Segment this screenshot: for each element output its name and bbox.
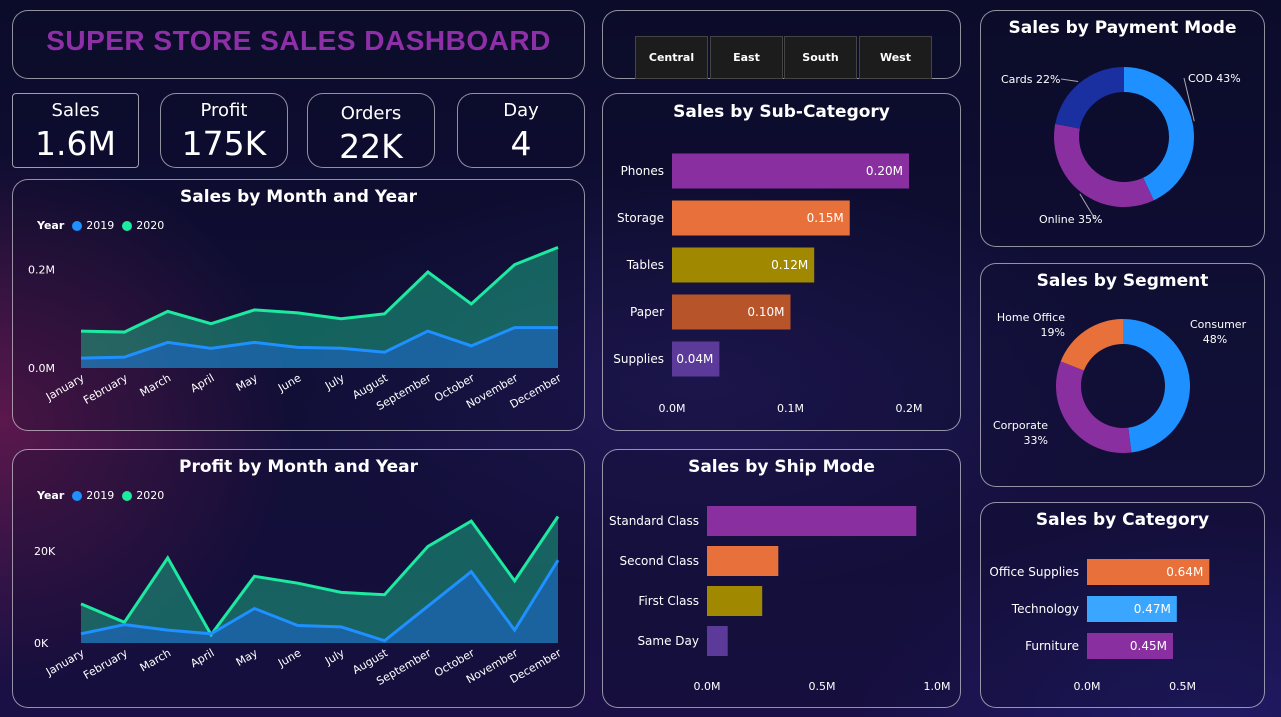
- category-label: Tables: [626, 258, 664, 272]
- data-label: 0.64M: [1166, 565, 1203, 579]
- kpi-orders-label: Orders: [340, 103, 402, 124]
- x-tick-label: 0.0M: [1074, 680, 1101, 693]
- slice-label: Corporate: [993, 419, 1048, 432]
- slice-label: COD 43%: [1188, 72, 1241, 85]
- data-label: 0.15M: [807, 211, 844, 225]
- slice-label: Home Office: [997, 311, 1065, 324]
- x-tick-label: 0.2M: [896, 402, 923, 415]
- x-tick-label: 0.5M: [1169, 680, 1196, 693]
- profit-month-panel: Profit by Month and Year Year 2019 2020 …: [12, 449, 585, 708]
- data-label: 0.20M: [866, 164, 903, 178]
- shipmode-chart: Standard Class Second Class First Class Sam…: [609, 506, 951, 693]
- profit-month-chart: 0K 20K JanuaryFebruary March April May June Jul…: [34, 515, 564, 688]
- kpi-sales-card[interactable]: Sales 1.6M: [12, 93, 139, 168]
- category-label: First Class: [638, 594, 699, 608]
- x-tick-label: 0.0M: [694, 680, 721, 693]
- category-label: Office Supplies: [989, 565, 1079, 579]
- slicer-east[interactable]: East: [710, 36, 783, 79]
- shipmode-panel: Sales by Ship Mode Standard Class Second …: [602, 449, 961, 708]
- category-label: Technology: [1011, 602, 1079, 616]
- data-label: 0.12M: [771, 258, 808, 272]
- y-tick-label: 0K: [34, 637, 49, 650]
- x-tick-label: June: [275, 371, 303, 395]
- donut-slice: [1123, 319, 1190, 453]
- payment-panel: Sales by Payment Mode COD 43% Online 35% C…: [980, 10, 1265, 247]
- leader-line: [1060, 78, 1079, 83]
- donut-slice: [1060, 319, 1123, 371]
- kpi-day-label: Day: [503, 100, 539, 121]
- x-tick-label: January: [43, 371, 87, 404]
- region-slicer: Central East South West: [602, 10, 961, 79]
- kpi-sales-value: 1.6M: [35, 124, 116, 163]
- category-label: Furniture: [1025, 639, 1079, 653]
- payment-chart: COD 43% Online 35% Cards 22%: [1001, 66, 1241, 226]
- x-tick-label: July: [322, 371, 347, 393]
- bar: [707, 626, 728, 656]
- kpi-profit-label: Profit: [200, 100, 248, 121]
- sales-month-chart: 0.0M 0.2M JanuaryFebruary March April May June…: [28, 245, 564, 413]
- y-tick-label: 0.0M: [28, 362, 55, 375]
- x-tick-label: 0.0M: [659, 402, 686, 415]
- dashboard-title: SUPER STORE SALES DASHBOARD: [46, 25, 551, 56]
- slice-pct-label: 33%: [1024, 434, 1048, 447]
- x-tick-label: 0.1M: [777, 402, 804, 415]
- category-label: Storage: [617, 211, 664, 225]
- donut-slice: [1124, 67, 1194, 201]
- sales-month-panel: Sales by Month and Year Year 2019 2020 0…: [12, 179, 585, 431]
- category-label: Paper: [630, 305, 664, 319]
- category-label: Phones: [621, 164, 664, 178]
- kpi-profit-card: Profit 175K: [160, 93, 288, 168]
- data-label: 0.45M: [1130, 639, 1167, 653]
- bar: [707, 586, 763, 616]
- x-tick-label: February: [81, 371, 130, 407]
- slice-pct-label: 19%: [1041, 326, 1065, 339]
- x-tick-label: February: [81, 646, 130, 682]
- data-label: 0.04M: [676, 352, 713, 366]
- category-label: Supplies: [613, 352, 664, 366]
- donut-slice: [1054, 123, 1154, 207]
- x-tick-label: April: [188, 371, 216, 395]
- bar: [707, 506, 917, 536]
- kpi-orders-value: 22K: [339, 127, 403, 166]
- kpi-day-value: 4: [510, 124, 532, 163]
- data-label: 0.10M: [747, 305, 784, 319]
- x-tick-label: March: [138, 371, 174, 399]
- x-tick-label: 1.0M: [924, 680, 951, 693]
- slice-label: Online 35%: [1039, 213, 1102, 226]
- slice-label: Consumer: [1190, 318, 1247, 331]
- slicer-central[interactable]: Central: [635, 36, 708, 79]
- x-tick-label: May: [234, 371, 261, 394]
- slice-label: Cards 22%: [1001, 73, 1060, 86]
- x-tick-label: May: [234, 646, 261, 669]
- kpi-day-card: Day 4: [457, 93, 585, 168]
- segment-panel: Sales by Segment Consumer 48% Corporate 33%…: [980, 263, 1265, 487]
- segment-chart: Consumer 48% Corporate 33% Home Office 19%: [993, 311, 1247, 453]
- data-label: 0.47M: [1134, 602, 1171, 616]
- category-panel: Sales by Category Office Supplies 0.64M Te…: [980, 502, 1265, 708]
- category-label: Second Class: [619, 554, 699, 568]
- subcat-chart: Phones 0.20M Storage 0.15M Tables 0.12M Paper 0…: [613, 153, 923, 415]
- subcat-panel: Sales by Sub-Category Phones 0.20M Storage…: [602, 93, 961, 431]
- title-panel: SUPER STORE SALES DASHBOARD: [12, 10, 585, 79]
- kpi-sales-label: Sales: [51, 100, 100, 121]
- x-tick-label: March: [138, 646, 174, 674]
- x-tick-label: April: [188, 646, 216, 670]
- category-label: Same Day: [637, 634, 699, 648]
- x-tick-label: July: [322, 646, 347, 668]
- category-chart: Office Supplies 0.64M Technology 0.47M Furni…: [989, 559, 1210, 693]
- kpi-profit-value: 175K: [181, 124, 267, 163]
- bar: [707, 546, 779, 576]
- y-tick-label: 0.2M: [28, 264, 55, 277]
- category-label: Standard Class: [609, 514, 699, 528]
- slicer-south[interactable]: South: [784, 36, 857, 79]
- x-tick-label: June: [275, 646, 303, 670]
- x-tick-label: January: [43, 646, 87, 679]
- kpi-orders-card: Orders 22K: [307, 93, 435, 168]
- slice-pct-label: 48%: [1203, 333, 1227, 346]
- x-tick-label: 0.5M: [809, 680, 836, 693]
- slicer-west[interactable]: West: [859, 36, 932, 79]
- donut-slice: [1055, 66, 1124, 129]
- donut-slice: [1056, 361, 1132, 453]
- y-tick-label: 20K: [34, 545, 56, 558]
